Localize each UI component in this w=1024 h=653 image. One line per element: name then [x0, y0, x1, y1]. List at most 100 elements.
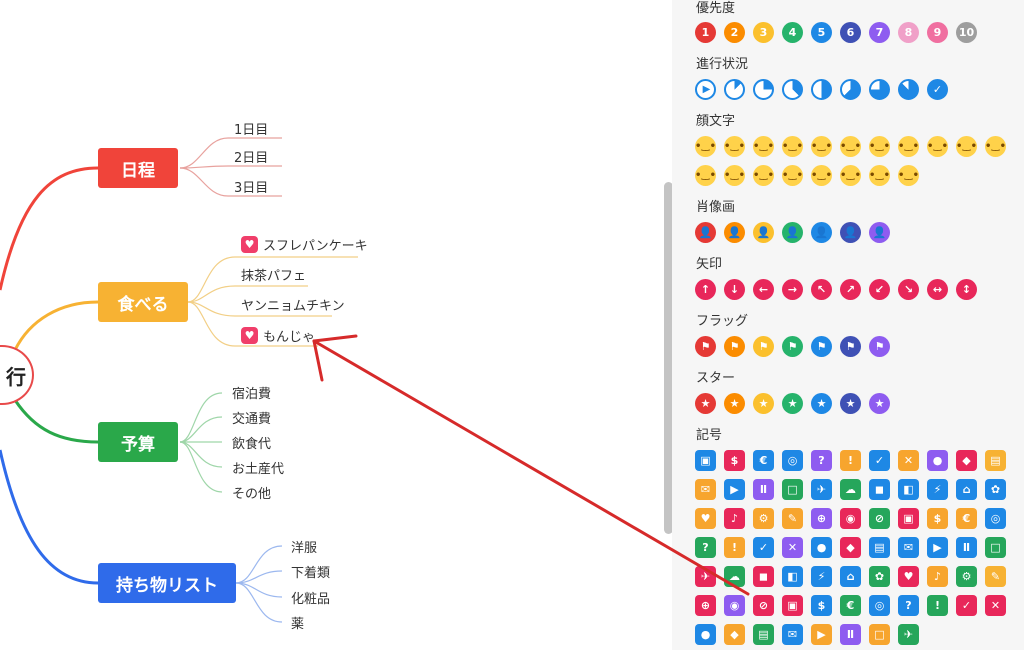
symbol-icon[interactable]: ✈: [695, 566, 716, 587]
progress-icon[interactable]: [811, 79, 832, 100]
star-icon[interactable]: ★: [869, 393, 890, 414]
symbol-icon[interactable]: ▤: [869, 537, 890, 558]
arrow-down-icon[interactable]: ↓: [724, 279, 745, 300]
face-icon[interactable]: •‿•: [869, 165, 890, 186]
symbol-icon[interactable]: ▶: [927, 537, 948, 558]
face-icon[interactable]: •‿•: [898, 165, 919, 186]
symbol-icon[interactable]: ✓: [956, 595, 977, 616]
face-icon[interactable]: •‿•: [695, 165, 716, 186]
mindmap-canvas[interactable]: 行 日程 1日目 2日目 3日目 食べる ♥ スフレパンケーキ 抹茶パフェ ヤンニ…: [0, 0, 670, 650]
branch-node-taberu[interactable]: 食べる: [98, 282, 188, 322]
symbol-icon[interactable]: ♪: [724, 508, 745, 529]
symbol-icon[interactable]: ✕: [898, 450, 919, 471]
leaf-node[interactable]: 抹茶パフェ: [241, 264, 306, 284]
symbol-icon[interactable]: ✿: [985, 479, 1006, 500]
leaf-node[interactable]: 薬: [291, 612, 304, 632]
symbol-icon[interactable]: ☁: [724, 566, 745, 587]
flag-icon[interactable]: ⚑: [869, 336, 890, 357]
symbol-icon[interactable]: ✎: [985, 566, 1006, 587]
face-icon[interactable]: •‿•: [753, 165, 774, 186]
symbol-icon[interactable]: ✕: [782, 537, 803, 558]
star-icon[interactable]: ★: [840, 393, 861, 414]
symbol-icon[interactable]: ✕: [985, 595, 1006, 616]
arrow-down-left-icon[interactable]: ↙: [869, 279, 890, 300]
portrait-icon[interactable]: 👤: [869, 222, 890, 243]
symbol-icon[interactable]: ⌂: [840, 566, 861, 587]
arrow-up-down-icon[interactable]: ↕: [956, 279, 977, 300]
symbol-icon[interactable]: ?: [898, 595, 919, 616]
symbol-icon[interactable]: ●: [811, 537, 832, 558]
symbol-icon[interactable]: ✿: [869, 566, 890, 587]
star-icon[interactable]: ★: [753, 393, 774, 414]
face-icon[interactable]: •‿•: [898, 136, 919, 157]
flag-icon[interactable]: ⚑: [724, 336, 745, 357]
symbol-icon[interactable]: ▣: [695, 450, 716, 471]
symbol-icon[interactable]: ⚡: [927, 479, 948, 500]
symbol-icon[interactable]: ▣: [782, 595, 803, 616]
face-icon[interactable]: •‿•: [782, 136, 803, 157]
star-icon[interactable]: ★: [782, 393, 803, 414]
star-icon[interactable]: ★: [695, 393, 716, 414]
arrow-left-right-icon[interactable]: ↔: [927, 279, 948, 300]
star-icon[interactable]: ★: [811, 393, 832, 414]
symbol-icon[interactable]: ✎: [782, 508, 803, 529]
symbol-icon[interactable]: €: [753, 450, 774, 471]
face-icon[interactable]: •‿•: [724, 165, 745, 186]
leaf-node[interactable]: 洋服: [291, 536, 317, 556]
symbol-icon[interactable]: ●: [927, 450, 948, 471]
face-icon[interactable]: •‿•: [782, 165, 803, 186]
progress-icon[interactable]: [753, 79, 774, 100]
symbol-icon[interactable]: ✓: [753, 537, 774, 558]
symbol-icon[interactable]: ◎: [782, 450, 803, 471]
arrow-right-icon[interactable]: →: [782, 279, 803, 300]
symbol-icon[interactable]: ⊘: [869, 508, 890, 529]
symbol-icon[interactable]: $: [811, 595, 832, 616]
symbol-icon[interactable]: ?: [695, 537, 716, 558]
symbol-icon[interactable]: ◆: [724, 624, 745, 645]
priority-7-icon[interactable]: 7: [869, 22, 890, 43]
symbol-icon[interactable]: !: [724, 537, 745, 558]
leaf-node[interactable]: 交通費: [232, 407, 271, 427]
symbol-icon[interactable]: €: [956, 508, 977, 529]
symbol-icon[interactable]: !: [927, 595, 948, 616]
leaf-node[interactable]: 3日目: [234, 176, 268, 196]
leaf-node[interactable]: 2日目: [234, 146, 268, 166]
face-icon[interactable]: •‿•: [811, 165, 832, 186]
priority-6-icon[interactable]: 6: [840, 22, 861, 43]
flag-icon[interactable]: ⚑: [840, 336, 861, 357]
portrait-icon[interactable]: 👤: [724, 222, 745, 243]
leaf-node[interactable]: 飲食代: [232, 432, 271, 452]
symbol-icon[interactable]: ?: [811, 450, 832, 471]
portrait-icon[interactable]: 👤: [695, 222, 716, 243]
progress-icon[interactable]: ▶: [695, 79, 716, 100]
leaf-node[interactable]: 化粧品: [291, 587, 330, 607]
priority-1-icon[interactable]: 1: [695, 22, 716, 43]
progress-icon[interactable]: [724, 79, 745, 100]
symbol-icon[interactable]: ⊕: [695, 595, 716, 616]
symbol-icon[interactable]: ⌂: [956, 479, 977, 500]
symbol-icon[interactable]: ▤: [753, 624, 774, 645]
flag-icon[interactable]: ⚑: [811, 336, 832, 357]
symbol-icon[interactable]: ✉: [898, 537, 919, 558]
flag-icon[interactable]: ⚑: [753, 336, 774, 357]
leaf-node[interactable]: ♥ スフレパンケーキ: [241, 234, 368, 254]
portrait-icon[interactable]: 👤: [753, 222, 774, 243]
symbol-icon[interactable]: $: [724, 450, 745, 471]
symbol-icon[interactable]: ●: [695, 624, 716, 645]
symbol-icon[interactable]: ▣: [898, 508, 919, 529]
symbol-icon[interactable]: ⚡: [811, 566, 832, 587]
portrait-icon[interactable]: 👤: [811, 222, 832, 243]
leaf-node[interactable]: その他: [232, 482, 271, 502]
symbol-icon[interactable]: ◧: [898, 479, 919, 500]
symbol-icon[interactable]: ⊘: [753, 595, 774, 616]
symbol-icon[interactable]: ✉: [695, 479, 716, 500]
face-icon[interactable]: •‿•: [695, 136, 716, 157]
face-icon[interactable]: •‿•: [753, 136, 774, 157]
branch-node-yosan[interactable]: 予算: [98, 422, 178, 462]
leaf-node[interactable]: 下着類: [291, 561, 330, 581]
progress-icon[interactable]: [869, 79, 890, 100]
leaf-node[interactable]: 1日目: [234, 118, 268, 138]
symbol-icon[interactable]: Ⅱ: [840, 624, 861, 645]
symbol-icon[interactable]: ◉: [840, 508, 861, 529]
face-icon[interactable]: •‿•: [724, 136, 745, 157]
